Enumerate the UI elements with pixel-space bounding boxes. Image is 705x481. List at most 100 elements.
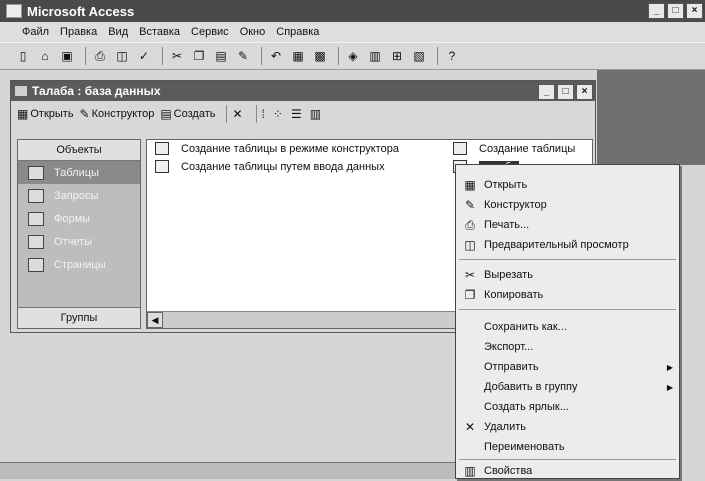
list-item[interactable]: Создание таблицы [453, 142, 575, 155]
object-label: Таблицы [54, 166, 99, 179]
ctx-properties[interactable]: ▥ Свойства [456, 461, 679, 481]
small-icons-button[interactable]: ⁘ [273, 107, 285, 121]
details-view-button[interactable]: ▥ [310, 107, 323, 121]
menu-separator [459, 459, 676, 460]
properties-icon[interactable]: ▥ [366, 48, 384, 64]
ctx-export[interactable]: Экспорт... [456, 337, 679, 357]
object-reports[interactable]: Отчеты [18, 230, 140, 253]
db-toolbar: ▦ Открыть ✎ Конструктор ▤ Создать ✕ ⁞ ⁘ … [11, 101, 595, 127]
list-icon: ☰ [290, 107, 302, 121]
object-queries[interactable]: Запросы [18, 184, 140, 207]
object-label: Отчеты [54, 235, 93, 248]
ctx-preview[interactable]: ◫ Предварительный просмотр [456, 235, 679, 255]
preview-icon[interactable]: ◫ [113, 48, 131, 64]
properties-icon: ▥ [464, 464, 476, 478]
menu-tools[interactable]: Сервис [191, 26, 229, 38]
cut-icon[interactable]: ✂ [168, 48, 186, 64]
large-icons-button[interactable]: ⁞ [262, 107, 267, 121]
design-label: Конструктор [91, 108, 155, 120]
delete-icon: ✕ [232, 107, 243, 121]
menu-view[interactable]: Вид [108, 26, 128, 38]
list-item[interactable]: Создание таблицы путем ввода данных [155, 160, 385, 173]
details-icon: ▥ [309, 107, 322, 121]
object-pages[interactable]: Страницы [18, 253, 140, 276]
menu-help[interactable]: Справка [276, 26, 319, 38]
ctx-print[interactable]: ⎙ Печать... [456, 215, 679, 235]
create-button[interactable]: ▤ Создать [160, 107, 215, 121]
menu-file[interactable]: Файл [22, 26, 49, 38]
object-forms[interactable]: Формы [18, 207, 140, 230]
window-controls: _ □ × [648, 3, 703, 19]
ctx-copy[interactable]: ❐ Копировать [456, 285, 679, 305]
ctx-rename[interactable]: Переименовать [456, 437, 679, 457]
submenu-arrow-icon: ▶ [666, 362, 673, 372]
copy-icon: ❐ [464, 288, 476, 302]
print-icon[interactable]: ⎙ [91, 48, 109, 64]
format-painter-icon[interactable]: ✎ [234, 48, 252, 64]
create-label: Создать [173, 108, 216, 120]
object-tables[interactable]: Таблицы [18, 161, 140, 184]
ctx-create-shortcut[interactable]: Создать ярлык... [456, 397, 679, 417]
close-button[interactable]: × [686, 3, 703, 19]
app-title-bar: Microsoft Access _ □ × [0, 0, 705, 22]
workspace-background [597, 70, 705, 165]
design-icon: ✎ [464, 198, 476, 212]
object-label: Запросы [54, 189, 99, 202]
db-maximize-button[interactable]: □ [557, 84, 574, 100]
page-icon [28, 257, 44, 272]
office-links-icon[interactable]: ▦ [289, 48, 307, 64]
open-label: Открыть [30, 108, 74, 120]
list-item[interactable]: Создание таблицы в режиме конструктора [155, 142, 399, 155]
ctx-save-as[interactable]: Сохранить как... [456, 317, 679, 337]
ctx-cut[interactable]: ✂ Вырезать [456, 265, 679, 285]
db-close-button[interactable]: × [576, 84, 593, 100]
form-icon [28, 211, 44, 226]
menu-bar: Файл Правка Вид Вставка Сервис Окно Спра… [0, 22, 705, 42]
table-icon: ▦ [17, 107, 29, 121]
new-icon[interactable]: ▯ [14, 48, 32, 64]
new-object-icon[interactable]: ▧ [410, 48, 428, 64]
list-view-button[interactable]: ☰ [291, 107, 304, 121]
spelling-icon[interactable]: ✓ [135, 48, 153, 64]
toolbar-separator [437, 47, 438, 65]
save-icon[interactable]: ▣ [58, 48, 76, 64]
maximize-button[interactable]: □ [667, 3, 684, 19]
menu-separator [459, 309, 676, 310]
list-item-label: Создание таблицы в режиме конструктора [181, 142, 399, 155]
ctx-open[interactable]: ▦ Открыть [456, 175, 679, 195]
open-button[interactable]: ▦ Открыть [17, 107, 74, 121]
paste-icon[interactable]: ▤ [212, 48, 230, 64]
ctx-send-to[interactable]: Отправить ▶ [456, 357, 679, 377]
scroll-left-icon[interactable]: ◀ [147, 312, 163, 328]
open-folder-icon[interactable]: ⌂ [36, 48, 54, 64]
wizard-icon [453, 142, 467, 155]
relationships-icon[interactable]: ⊞ [388, 48, 406, 64]
groups-button[interactable]: Группы [18, 307, 140, 328]
new-table-icon: ▤ [160, 107, 172, 121]
objects-header[interactable]: Объекты [18, 140, 140, 161]
workspace-scrollbar[interactable] [0, 462, 455, 479]
table-icon [28, 165, 44, 180]
ctx-add-to-group[interactable]: Добавить в группу ▶ [456, 377, 679, 397]
list-item-label: Создание таблицы путем ввода данных [181, 160, 385, 173]
toolbar-separator [255, 105, 257, 123]
ctx-design[interactable]: ✎ Конструктор [456, 195, 679, 215]
analyze-icon[interactable]: ▩ [311, 48, 329, 64]
delete-button[interactable]: ✕ [232, 107, 244, 121]
help-icon[interactable]: ? [443, 48, 461, 64]
menu-edit[interactable]: Правка [60, 26, 97, 38]
wizard-icon [155, 160, 169, 173]
menu-window[interactable]: Окно [240, 26, 266, 38]
menu-insert[interactable]: Вставка [139, 26, 180, 38]
toolbar-separator [226, 105, 228, 123]
code-icon[interactable]: ◈ [344, 48, 362, 64]
db-window-title-bar: Талаба : база данных _ □ × [11, 81, 595, 101]
toolbar-separator [162, 47, 163, 65]
undo-icon[interactable]: ↶ [267, 48, 285, 64]
design-icon: ✎ [79, 107, 90, 121]
ctx-delete[interactable]: ✕ Удалить [456, 417, 679, 437]
minimize-button[interactable]: _ [648, 3, 665, 19]
design-button[interactable]: ✎ Конструктор [80, 107, 155, 121]
db-minimize-button[interactable]: _ [538, 84, 555, 100]
copy-icon[interactable]: ❐ [190, 48, 208, 64]
